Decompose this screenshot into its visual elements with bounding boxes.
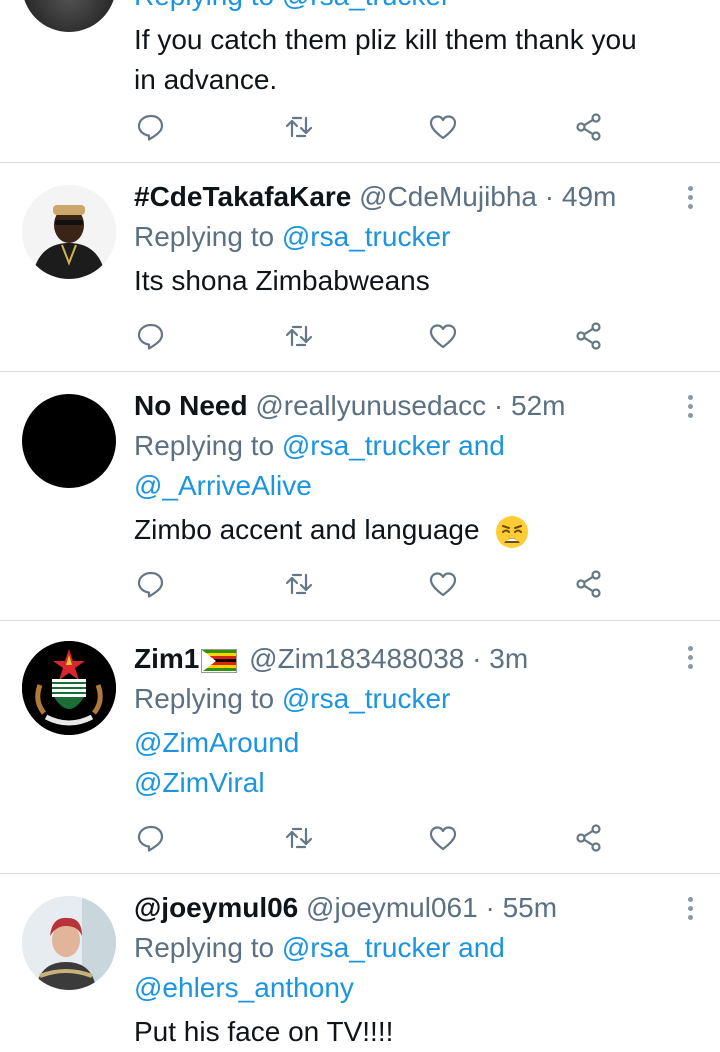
tweet-text: Put his face on TV!!!! bbox=[134, 1016, 394, 1047]
reply-icon[interactable] bbox=[136, 569, 166, 599]
display-name[interactable]: #CdeTakafaKare bbox=[134, 181, 351, 212]
reply-mention[interactable]: @rsa_trucker and bbox=[282, 932, 505, 963]
retweet-icon[interactable] bbox=[284, 823, 314, 853]
reply-mention[interactable]: @rsa_trucker bbox=[282, 683, 450, 714]
reply-mention[interactable]: @_ArriveAlive bbox=[134, 470, 312, 501]
tweet-header: @joeymul06 @joeymul061 · 55m bbox=[134, 888, 680, 928]
replying-to-line2: @ehlers_anthony bbox=[134, 968, 680, 1008]
tweet-actions bbox=[136, 321, 606, 351]
separator-dot: · bbox=[493, 390, 504, 421]
reply-icon[interactable] bbox=[136, 321, 166, 351]
tweet-3[interactable]: Zim1 @Zim183488038 · 3m Replying to @rsa… bbox=[0, 621, 720, 874]
zimbabwe-flag-icon bbox=[201, 648, 238, 673]
mention-link[interactable]: @ZimAround bbox=[134, 723, 680, 763]
tweet-header: #CdeTakafaKare @CdeMujibha · 49m bbox=[134, 177, 680, 217]
user-handle[interactable]: @Zim183488038 bbox=[249, 643, 464, 674]
share-icon[interactable] bbox=[574, 321, 604, 351]
avatar[interactable] bbox=[22, 641, 116, 735]
replying-to: Replying to @rsa_trucker bbox=[134, 683, 451, 714]
mention-link[interactable]: @ZimViral bbox=[134, 763, 680, 803]
user-handle[interactable]: @joeymul061 bbox=[306, 892, 478, 923]
replying-to: Replying to @rsa_trucker and bbox=[134, 430, 505, 461]
user-handle[interactable]: @reallyunusedacc bbox=[255, 390, 486, 421]
tweet-text: Its shona Zimbabweans bbox=[134, 265, 430, 296]
tweet-0[interactable]: Replying to @rsa_trucker If you catch th… bbox=[0, 0, 720, 163]
separator-dot: · bbox=[544, 181, 555, 212]
reply-icon[interactable] bbox=[136, 112, 166, 142]
weary-face-emoji-icon bbox=[496, 515, 529, 548]
replying-to: Replying to @rsa_trucker and bbox=[134, 932, 505, 963]
share-icon[interactable] bbox=[574, 823, 604, 853]
tweet-2[interactable]: No Need @reallyunusedacc · 52m Replying … bbox=[0, 372, 720, 621]
heart-icon[interactable] bbox=[428, 569, 458, 599]
tweet-header: No Need @reallyunusedacc · 52m bbox=[134, 386, 680, 426]
separator-dot: · bbox=[472, 643, 482, 674]
separator-dot: · bbox=[485, 892, 495, 923]
avatar[interactable] bbox=[22, 896, 116, 990]
tweet-text: Zimbo accent and language bbox=[134, 510, 680, 550]
tweet-header: Zim1 @Zim183488038 · 3m bbox=[134, 639, 680, 679]
replying-to[interactable]: Replying to @rsa_trucker bbox=[134, 0, 680, 16]
display-name[interactable]: No Need bbox=[134, 390, 248, 421]
more-vertical-icon[interactable] bbox=[686, 395, 694, 421]
timestamp[interactable]: 49m bbox=[562, 181, 616, 212]
retweet-icon[interactable] bbox=[284, 321, 314, 351]
tweet-text: If you catch them pliz kill them thank y… bbox=[134, 24, 637, 95]
display-name[interactable]: @joeymul06 bbox=[134, 892, 298, 923]
avatar[interactable] bbox=[22, 185, 116, 279]
tweet-actions bbox=[136, 569, 606, 599]
avatar[interactable] bbox=[22, 0, 116, 32]
more-vertical-icon[interactable] bbox=[686, 646, 694, 672]
more-vertical-icon[interactable] bbox=[686, 897, 694, 923]
timestamp[interactable]: 55m bbox=[503, 892, 557, 923]
replying-to: Replying to @rsa_trucker bbox=[134, 221, 451, 252]
tweet-4[interactable]: @joeymul06 @joeymul061 · 55m Replying to… bbox=[0, 874, 720, 1047]
avatar[interactable] bbox=[22, 394, 116, 488]
retweet-icon[interactable] bbox=[284, 112, 314, 142]
share-icon[interactable] bbox=[574, 569, 604, 599]
tweet-actions bbox=[136, 823, 606, 853]
heart-icon[interactable] bbox=[428, 823, 458, 853]
reply-mention[interactable]: @rsa_trucker and bbox=[282, 430, 505, 461]
display-name[interactable]: Zim1 bbox=[134, 643, 199, 674]
more-vertical-icon[interactable] bbox=[686, 186, 694, 212]
tweet-actions bbox=[136, 112, 606, 142]
timestamp[interactable]: 52m bbox=[511, 390, 565, 421]
reply-mention[interactable]: @ehlers_anthony bbox=[134, 972, 354, 1003]
reply-mention[interactable]: @rsa_trucker bbox=[282, 221, 450, 252]
timestamp[interactable]: 3m bbox=[489, 643, 528, 674]
user-handle[interactable]: @CdeMujibha bbox=[359, 181, 537, 212]
tweet-text: @ZimAround @ZimViral bbox=[134, 723, 680, 803]
share-icon[interactable] bbox=[574, 112, 604, 142]
heart-icon[interactable] bbox=[428, 112, 458, 142]
heart-icon[interactable] bbox=[428, 321, 458, 351]
replying-to-line2: @_ArriveAlive bbox=[134, 466, 680, 506]
retweet-icon[interactable] bbox=[284, 569, 314, 599]
tweet-1[interactable]: #CdeTakafaKare @CdeMujibha · 49m Replyin… bbox=[0, 163, 720, 372]
reply-icon[interactable] bbox=[136, 823, 166, 853]
